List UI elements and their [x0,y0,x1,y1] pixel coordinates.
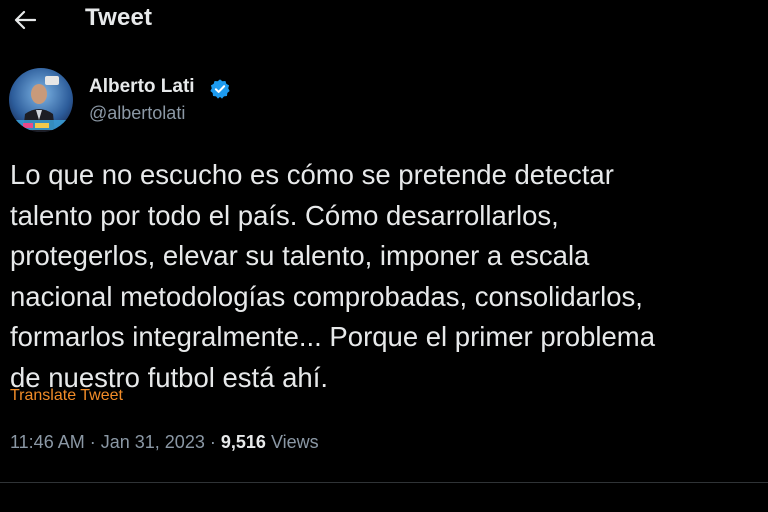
views-label: Views [270,432,319,452]
page-title: Tweet [85,4,153,31]
divider [0,482,768,483]
avatar[interactable] [9,68,73,132]
author-name[interactable]: Alberto Lati [89,76,195,98]
tweet-time[interactable]: 11:46 AM [10,432,85,452]
back-button[interactable] [10,6,40,34]
author-handle[interactable]: @albertolati [89,103,185,124]
meta-separator: · [209,432,216,452]
tweet-page: Tweet Alberto Lati @albertolati Lo que n… [0,0,768,512]
views-count: 9,516 [220,432,266,452]
avatar-image [9,68,73,132]
verified-badge-icon [210,79,230,99]
translate-tweet-link[interactable]: Translate Tweet [10,387,123,405]
arrow-left-icon [14,10,36,30]
top-bar: Tweet [0,0,768,44]
meta-separator: · [89,432,96,452]
tweet-meta: 11:46 AM · Jan 31, 2023 · 9,516 Views [10,432,319,453]
tweet-text: Lo que no escucho es cómo se pretende de… [10,159,656,393]
tweet-date[interactable]: Jan 31, 2023 [101,432,205,452]
